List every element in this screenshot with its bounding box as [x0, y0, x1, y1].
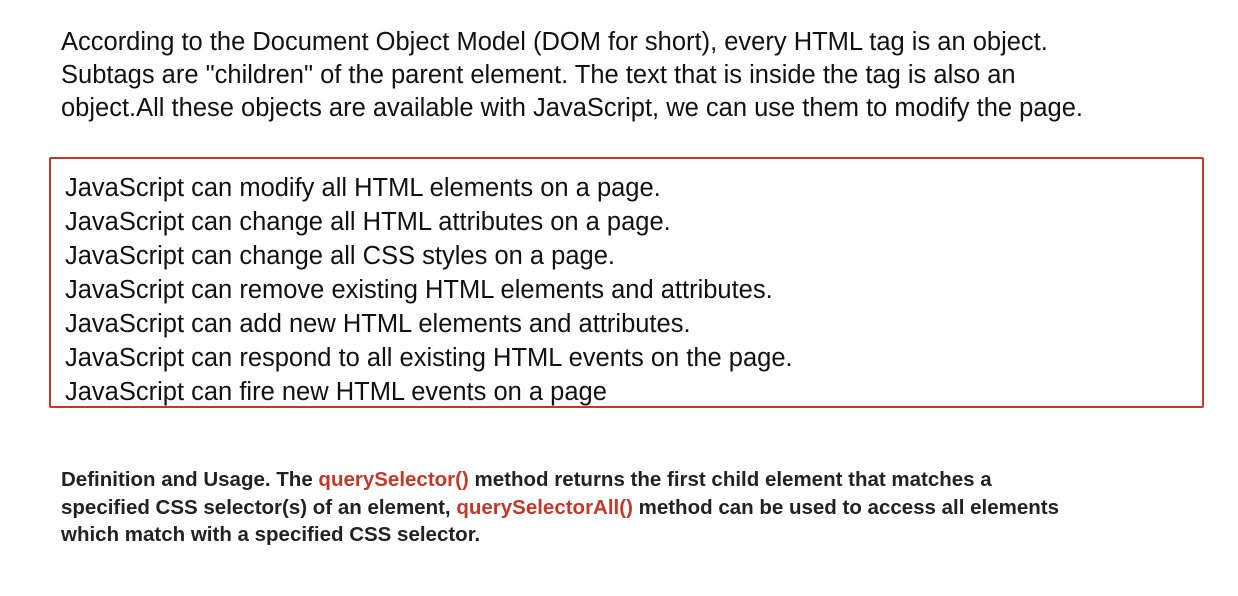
list-item: JavaScript can add new HTML elements and…	[65, 310, 691, 338]
method-name-queryselectorall: querySelectorAll()	[456, 495, 633, 519]
definition-text: method returns the first child element t…	[468, 468, 992, 491]
definition-text: Definition and Usage. The	[61, 468, 319, 491]
list-item: JavaScript can fire new HTML events on a…	[65, 378, 607, 406]
list-item: JavaScript can modify all HTML elements …	[65, 174, 661, 202]
intro-line: Subtags are "children" of the parent ele…	[61, 61, 1016, 89]
definition-line: specified CSS selector(s) of an element,…	[61, 494, 1211, 522]
list-item: JavaScript can change all CSS styles on …	[65, 242, 615, 270]
list-item: JavaScript can respond to all existing H…	[65, 344, 793, 372]
intro-line: According to the Document Object Model (…	[61, 28, 1048, 56]
method-name-queryselector: querySelector()	[318, 468, 469, 491]
intro-line: object.All these objects are available w…	[61, 94, 1083, 122]
list-item: JavaScript can change all HTML attribute…	[65, 208, 671, 236]
definition-paragraph: Definition and Usage. The querySelector(…	[61, 466, 1211, 549]
capabilities-list: JavaScript can modify all HTML elements …	[65, 171, 793, 409]
definition-line: which match with a specified CSS selecto…	[61, 523, 481, 546]
list-item: JavaScript can remove existing HTML elem…	[65, 276, 773, 304]
capabilities-box: JavaScript can modify all HTML elements …	[49, 157, 1204, 408]
definition-text: method can be used to access all element…	[632, 495, 1060, 519]
definition-line: Definition and Usage. The querySelector(…	[61, 466, 1211, 494]
definition-text: specified CSS selector(s) of an element,	[61, 495, 457, 519]
intro-paragraph: According to the Document Object Model (…	[61, 26, 1221, 125]
